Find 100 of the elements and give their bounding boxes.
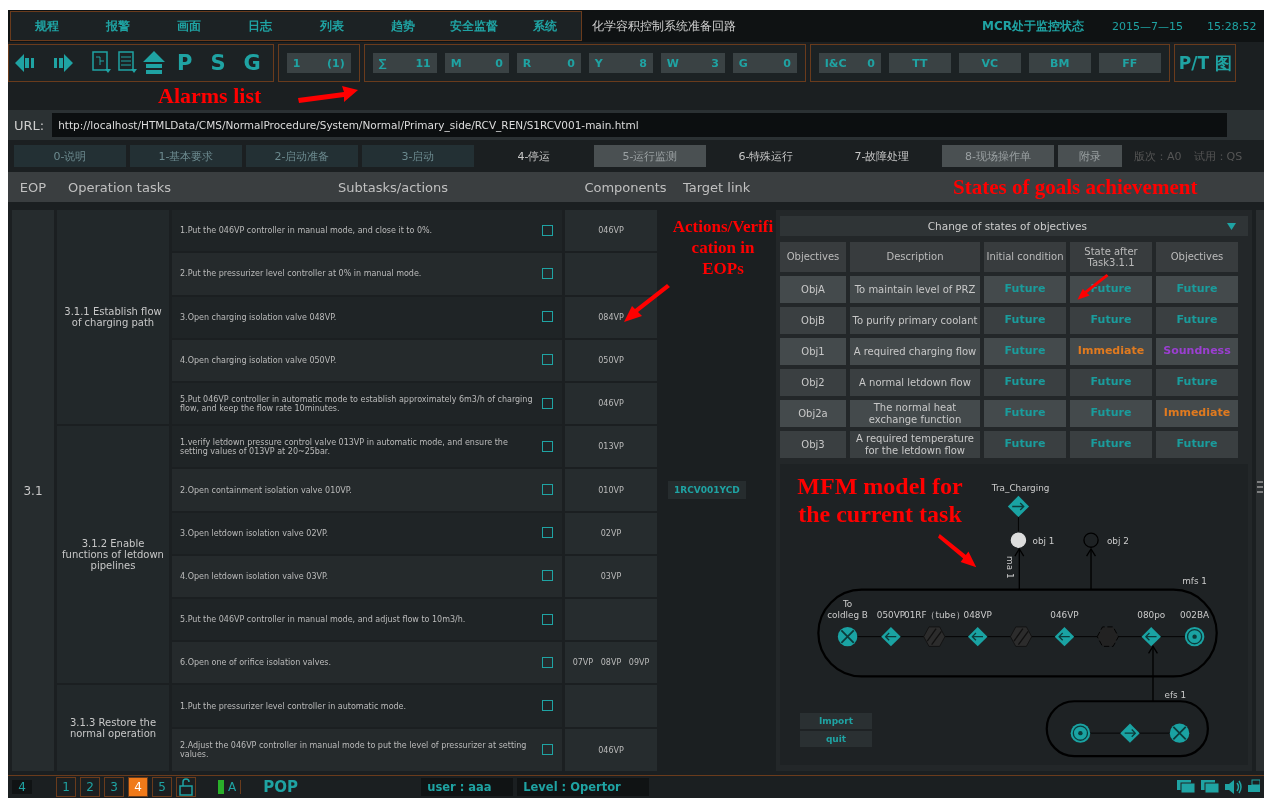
alarm-counter[interactable]: G 0: [732, 53, 797, 73]
node-label: 046VP: [1050, 610, 1079, 621]
mode-indicator: A: [218, 780, 242, 794]
tab[interactable]: 8-现场操作单: [942, 145, 1054, 167]
tab[interactable]: 1-基本要求: [130, 145, 242, 167]
objectives-dropdown[interactable]: Change of states of objectives: [780, 216, 1248, 236]
checkbox[interactable]: [542, 527, 553, 539]
letter-button[interactable]: S: [204, 51, 232, 75]
checkbox[interactable]: [542, 397, 553, 409]
alarm-counter[interactable]: ∑ 11: [372, 53, 437, 73]
menu-icon[interactable]: [1257, 480, 1263, 494]
alarm-counter[interactable]: R 0: [516, 53, 581, 73]
component-cell: 03VP: [565, 555, 657, 597]
tab[interactable]: 3-启动: [362, 145, 474, 167]
checkbox[interactable]: [542, 484, 553, 495]
action-cell: 2.Adjust the 046VP controller in manual mode to put the level of pressurizer at setting values.: [172, 729, 562, 771]
category-button[interactable]: FF: [1098, 53, 1161, 73]
menu-item[interactable]: 规程: [11, 12, 83, 40]
task-cell: 3.1.2 Enable functions of letdown pipelines: [57, 426, 169, 684]
window-title: 化学容积控制系统准备回路: [592, 17, 737, 35]
checkbox[interactable]: [542, 267, 553, 279]
menu-item[interactable]: 安全监督: [438, 12, 510, 40]
state-text: Immediate: [1077, 345, 1145, 358]
table-cell: ObjB: [780, 307, 846, 334]
category-button[interactable]: I&C 0: [818, 53, 881, 73]
view-button[interactable]: P/T 图: [1173, 44, 1236, 82]
menu-item[interactable]: 画面: [153, 12, 225, 40]
action-cell: 3.Open letdown isolation valve 02VP.: [172, 512, 562, 554]
transport-icon: [1054, 626, 1075, 647]
state-text: Future: [1090, 376, 1132, 389]
action-cell: 5.Put 046VP controller in automatic mode to establish approximately 6m3/h of charging flow, and keep the flow rate 10minutes.: [172, 383, 562, 425]
checkbox[interactable]: [542, 744, 553, 756]
letter-button[interactable]: G: [237, 51, 267, 75]
lock-icon[interactable]: [176, 777, 196, 797]
checkbox[interactable]: [542, 354, 553, 366]
means-end-arrow: [1014, 547, 1025, 591]
menu-item[interactable]: 列表: [296, 12, 368, 40]
checkbox[interactable]: [542, 440, 553, 452]
component-cell: 07VP 08VP 09VP: [565, 642, 657, 684]
page-button[interactable]: 3: [104, 777, 124, 797]
checkbox[interactable]: [542, 613, 553, 625]
action-button[interactable]: quit: [800, 731, 872, 747]
table-cell: Obj2: [780, 369, 846, 396]
letter-button[interactable]: P: [171, 51, 199, 75]
tab[interactable]: 7-故障处理: [826, 145, 938, 167]
menu-item[interactable]: 日志: [224, 12, 296, 40]
checkbox[interactable]: [542, 224, 553, 236]
printer-icon[interactable]: [1248, 779, 1260, 795]
url-field[interactable]: http://localhost/HTMLData/CMS/NormalProcedure/System/Normal/Primary_side/RCV_REN/S1RCV001-main.html: [52, 113, 1228, 137]
page-button[interactable]: 4: [128, 777, 148, 797]
monitor-icon[interactable]: [1200, 779, 1220, 795]
action-cell: 5.Put the 046VP controller in manual mode, and adjust flow to 10m3/h.: [172, 599, 562, 641]
table-header: Initial condition: [984, 242, 1066, 272]
category-button[interactable]: BM: [1028, 53, 1091, 73]
table-cell: A required temperature for the letdown flow: [850, 431, 980, 458]
category-button[interactable]: VC: [958, 53, 1021, 73]
action-button[interactable]: Import: [800, 713, 872, 729]
page-counter[interactable]: 1 (1): [286, 53, 351, 73]
column-header: Components: [583, 179, 668, 195]
menu-item[interactable]: 报警: [82, 12, 154, 40]
checkbox[interactable]: [542, 570, 553, 582]
page-button[interactable]: 5: [152, 777, 172, 797]
mode-name: POP: [263, 778, 299, 796]
tab[interactable]: 附录: [1058, 145, 1122, 167]
checkbox[interactable]: [542, 700, 553, 712]
tab[interactable]: 5-运行监测: [594, 145, 706, 167]
source-icon: [1070, 723, 1091, 743]
source-icon: [1184, 626, 1205, 647]
transport-icon: [967, 626, 988, 647]
component-cell: 046VP: [565, 210, 657, 252]
state-text: Future: [1004, 283, 1046, 296]
table-header: Objectives: [780, 242, 846, 272]
table-header: State after Task3.1.1: [1070, 242, 1152, 272]
category-button[interactable]: TT: [888, 53, 951, 73]
menu-item[interactable]: 趋势: [367, 12, 439, 40]
alarm-counter[interactable]: M 0: [444, 53, 509, 73]
component-cell: 013VP: [565, 426, 657, 468]
state-text: Future: [1176, 283, 1218, 296]
tab[interactable]: 0-说明: [14, 145, 126, 167]
page-button[interactable]: 1: [56, 777, 76, 797]
alarm-counter[interactable]: W 3: [660, 53, 725, 73]
monitor-icon[interactable]: [1176, 779, 1196, 795]
speaker-icon[interactable]: [1224, 779, 1244, 795]
table-cell: ObjA: [780, 276, 846, 303]
state-text: Future: [1176, 438, 1218, 451]
tab[interactable]: 2-启动准备: [246, 145, 358, 167]
alarm-counter[interactable]: Y 8: [588, 53, 653, 73]
state-text: Future: [1176, 376, 1218, 389]
page-button[interactable]: 2: [80, 777, 100, 797]
component-cell: 050VP: [565, 339, 657, 381]
tab[interactable]: 4-停运: [478, 145, 590, 167]
barrier-icon: [923, 626, 946, 647]
tab[interactable]: 6-特殊运行: [710, 145, 822, 167]
menu-item[interactable]: 系统: [509, 12, 581, 40]
checkbox[interactable]: [542, 311, 553, 323]
action-cell: 3.Open charging isolation valve 048VP.: [172, 296, 562, 338]
transport-icon: [1007, 495, 1030, 532]
upload-icon[interactable]: [143, 50, 165, 76]
checkbox[interactable]: [542, 656, 553, 668]
target-link[interactable]: 1RCV001YCD: [668, 481, 746, 499]
